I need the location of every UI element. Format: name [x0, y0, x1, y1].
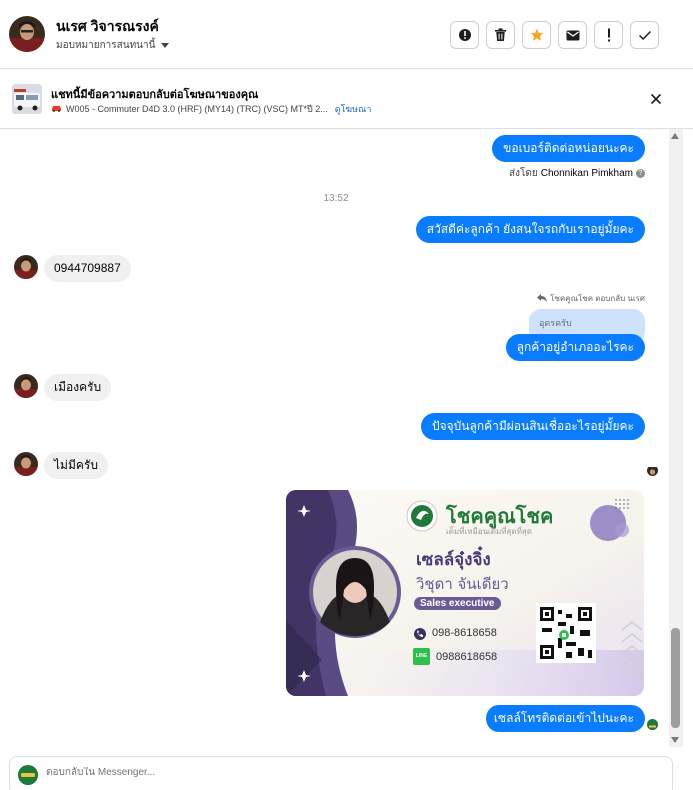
image-attachment-business-card[interactable]: โชคคูณโชค เต็มที่เหมือนเดิมที่สุดที่สุด … [286, 490, 644, 696]
incoming-message[interactable]: เมืองครับ [44, 374, 112, 401]
message-timestamp: 13:52 [323, 193, 349, 204]
card-tagline: เต็มที่เหมือนเดิมที่สุดที่สุด [446, 527, 532, 536]
alert-circle-icon [458, 28, 472, 42]
scroll-up-arrow[interactable] [671, 133, 679, 139]
trash-icon [494, 28, 507, 42]
check-icon [638, 30, 652, 41]
incoming-message[interactable]: 0944709887 [44, 255, 131, 282]
car-icon [51, 104, 62, 114]
conversation-header: นเรศ วิจารณรงค์ มอบหมายการสนทนานี้ [0, 0, 693, 69]
outgoing-message[interactable]: สวัสดีค่ะลูกค้า ยังสนใจรถกับเราอยู่มั้ยค… [415, 216, 645, 243]
reply-input[interactable] [46, 767, 546, 778]
exclamation-icon [607, 28, 611, 42]
line-badge: LINE [415, 653, 428, 659]
contact-avatar[interactable] [9, 16, 45, 52]
scroll-down-arrow[interactable] [671, 737, 679, 743]
contact-mini-avatar [14, 255, 38, 279]
card-line-id: 0988618658 [436, 651, 498, 663]
delete-button[interactable] [486, 21, 515, 49]
contact-mini-avatar [14, 374, 38, 398]
card-title: เซลล์จุ๋งจิ๋ง [416, 550, 491, 570]
chevron-down-icon [161, 43, 170, 48]
sent-by-label: ส่งโดย Chonnikan Pimkham ? [509, 166, 645, 181]
read-receipt-avatar [647, 465, 658, 476]
outgoing-message[interactable]: เซลล์โทรติดต่อเข้าไปนะคะ [484, 705, 645, 732]
follow-up-button[interactable] [594, 21, 623, 49]
reply-arrow-icon [537, 293, 548, 304]
contact-mini-avatar [14, 452, 38, 476]
ad-subtitle: W005 - Commuter D4D 3.0 (HRF) (MY14) (TR… [66, 104, 328, 114]
outgoing-message[interactable]: ขอเบอร์ติดต่อหน่อยนะคะ [492, 135, 645, 162]
star-button[interactable] [522, 21, 551, 49]
mark-spam-button[interactable] [450, 21, 479, 49]
ad-subtitle-row: W005 - Commuter D4D 3.0 (HRF) (MY14) (TR… [51, 102, 371, 116]
scrollbar-thumb[interactable] [671, 628, 680, 728]
mark-done-button[interactable] [630, 21, 659, 49]
card-phone: 098-8618658 [432, 627, 497, 639]
contact-name: นเรศ วิจารณรงค์ [56, 18, 159, 34]
ad-context-bar: แชทนี้มีข้อความตอบกลับต่อโฆษณาของคุณ W00… [0, 69, 693, 129]
outgoing-message[interactable]: ปัจจุบันลูกค้ามีผ่อนสินเชื่ออะไรอยู่มั้ย… [420, 413, 645, 440]
reply-meta-text: โชคคูณโชค ตอบกลับ นเรศ [550, 294, 645, 303]
messenger-conversation: นเรศ วิจารณรงค์ มอบหมายการสนทนานี้ แชทนี… [0, 0, 693, 790]
mail-icon [566, 30, 580, 41]
close-icon [649, 93, 663, 110]
close-ad-bar-button[interactable] [649, 92, 663, 106]
card-person-name: วิชุดา จันเดียว [416, 575, 509, 593]
ad-thumbnail [12, 84, 42, 114]
outgoing-message[interactable]: ลูกค้าอยู่อำเภออะไรคะ [505, 334, 645, 361]
star-icon [530, 28, 544, 42]
assign-conversation-dropdown[interactable]: มอบหมายการสนทนานี้ [56, 38, 170, 53]
reply-meta: โชคคูณโชค ตอบกลับ นเรศ [537, 292, 645, 305]
info-icon[interactable]: ? [636, 169, 645, 178]
read-receipt-page-avatar [647, 719, 658, 730]
assign-label: มอบหมายการสนทนานี้ [56, 40, 156, 51]
reply-composer[interactable] [9, 756, 673, 790]
view-ad-link[interactable]: ดูโฆษณา [335, 102, 372, 116]
page-avatar [18, 765, 38, 785]
sent-by-prefix: ส่งโดย [509, 168, 538, 179]
mark-unread-button[interactable] [558, 21, 587, 49]
header-actions [450, 21, 659, 49]
sent-by-name: Chonnikan Pimkham [540, 168, 633, 179]
incoming-message[interactable]: ไม่มีครับ [44, 452, 108, 479]
card-role-badge: Sales executive [414, 597, 501, 610]
ad-title: แชทนี้มีข้อความตอบกลับต่อโฆษณาของคุณ [51, 89, 259, 101]
